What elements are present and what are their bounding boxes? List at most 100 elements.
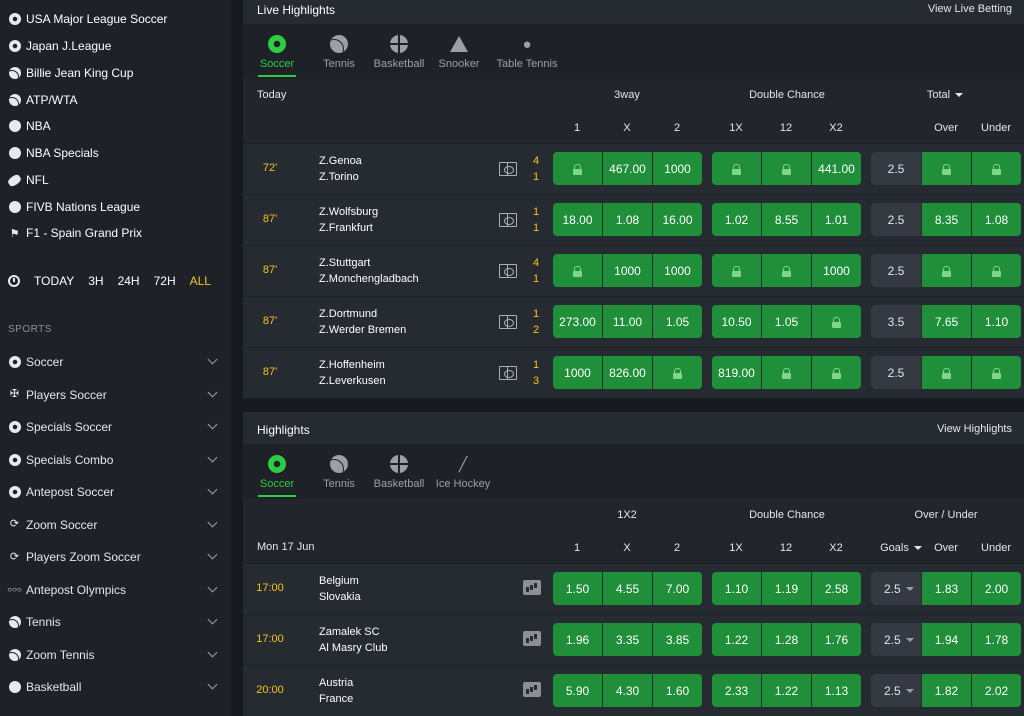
odds-button[interactable]: 1.05: [653, 305, 702, 338]
home-team[interactable]: Z.Genoa: [319, 155, 362, 167]
odds-button[interactable]: 1.01: [812, 203, 861, 236]
odds-button[interactable]: 1.10: [972, 305, 1021, 338]
odds-button[interactable]: 8.55: [762, 203, 811, 236]
odds-button[interactable]: 1.08: [603, 203, 652, 236]
sidebar-sport-item[interactable]: Soccer: [8, 352, 218, 372]
tab-soccer[interactable]: Soccer: [258, 25, 296, 77]
time-filter-option[interactable]: 24H: [118, 274, 140, 288]
time-filter-option[interactable]: ALL: [190, 274, 211, 288]
odds-button[interactable]: 1000: [653, 152, 702, 185]
favorite-league-item[interactable]: Billie Jean King Cup: [8, 63, 133, 83]
home-team[interactable]: Z.Stuttgart: [319, 257, 370, 269]
odds-button[interactable]: 1.50: [553, 572, 602, 605]
home-team[interactable]: Zamalek SC: [319, 626, 380, 638]
away-team[interactable]: Z.Monchengladbach: [319, 273, 419, 285]
chevron-down-icon[interactable]: [207, 647, 218, 657]
chevron-down-icon[interactable]: [207, 452, 218, 462]
odds-button[interactable]: 1.28: [762, 623, 811, 656]
away-team[interactable]: Z.Leverkusen: [319, 375, 386, 387]
odds-button[interactable]: 18.00: [553, 203, 602, 236]
odds-button[interactable]: 4.55: [603, 572, 652, 605]
tab-table-tennis[interactable]: ● Table Tennis: [496, 25, 558, 77]
chevron-down-icon[interactable]: [207, 419, 218, 430]
odds-button[interactable]: 7.65: [922, 305, 971, 338]
view-highlights-link[interactable]: View Highlights: [937, 423, 1012, 435]
odds-button[interactable]: 1.22: [712, 623, 761, 656]
odds-button[interactable]: 1.08: [972, 203, 1021, 236]
match-tracker-icon[interactable]: [499, 366, 517, 380]
odds-button[interactable]: 10.50: [712, 305, 761, 338]
sidebar-sport-item[interactable]: ⟳ Zoom Soccer: [8, 515, 218, 535]
odds-button[interactable]: 2.58: [812, 572, 861, 605]
odds-button[interactable]: 1.96: [553, 623, 602, 656]
statistics-icon[interactable]: [523, 682, 541, 697]
odds-button[interactable]: 826.00: [603, 356, 652, 389]
total-market-dropdown[interactable]: Total: [905, 89, 985, 101]
favorite-league-item[interactable]: NBA Specials: [8, 143, 99, 163]
away-team[interactable]: Z.Frankfurt: [319, 222, 373, 234]
odds-button[interactable]: 1000: [553, 356, 602, 389]
away-team[interactable]: France: [319, 693, 353, 705]
odds-button[interactable]: 1.02: [712, 203, 761, 236]
favorite-league-item[interactable]: USA Major League Soccer: [8, 9, 167, 29]
odds-button[interactable]: 1.13: [812, 674, 861, 707]
match-tracker-icon[interactable]: [499, 315, 517, 329]
sidebar-sport-item[interactable]: Specials Combo: [8, 450, 218, 470]
odds-button[interactable]: 2.33: [712, 674, 761, 707]
odds-button[interactable]: 2.00: [972, 572, 1021, 605]
away-team[interactable]: Z.Werder Bremen: [319, 324, 406, 336]
sidebar-sport-item[interactable]: ○○○ Antepost Olympics: [7, 580, 218, 600]
odds-button[interactable]: 2.02: [972, 674, 1021, 707]
sidebar-sport-item[interactable]: Specials Soccer: [8, 417, 218, 437]
chevron-down-icon[interactable]: [207, 354, 218, 365]
odds-button[interactable]: 1.05: [762, 305, 811, 338]
chevron-down-icon[interactable]: [207, 582, 218, 592]
away-team[interactable]: Slovakia: [319, 591, 361, 603]
time-filter-option[interactable]: 3H: [88, 274, 103, 288]
tab-tennis[interactable]: Tennis: [318, 25, 360, 77]
odds-button[interactable]: 1000: [603, 254, 652, 287]
odds-button[interactable]: 5.90: [553, 674, 602, 707]
odds-button[interactable]: 1.78: [972, 623, 1021, 656]
odds-button[interactable]: 1.22: [762, 674, 811, 707]
odds-button[interactable]: 1000: [812, 254, 861, 287]
sidebar-sport-item[interactable]: Zoom Tennis: [8, 645, 218, 665]
sidebar-sport-item[interactable]: Antepost Soccer: [8, 482, 218, 502]
view-live-betting-link[interactable]: View Live Betting: [928, 3, 1012, 15]
odds-button[interactable]: 1000: [653, 254, 702, 287]
home-team[interactable]: Z.Hoffenheim: [319, 359, 385, 371]
favorite-league-item[interactable]: NBA: [8, 116, 51, 136]
match-tracker-icon[interactable]: [499, 213, 517, 227]
favorite-league-item[interactable]: Japan J.League: [8, 36, 111, 56]
home-team[interactable]: Belgium: [319, 575, 359, 587]
chevron-down-icon[interactable]: [207, 517, 218, 527]
odds-button[interactable]: 16.00: [653, 203, 702, 236]
odds-button[interactable]: 1.10: [712, 572, 761, 605]
chevron-down-icon[interactable]: [207, 549, 218, 560]
tab-basketball[interactable]: Basketball: [373, 25, 425, 77]
sidebar-sport-item[interactable]: Basketball: [8, 677, 218, 697]
favorite-league-item[interactable]: ⚑ F1 - Spain Grand Prix: [8, 223, 142, 243]
odds-button[interactable]: 3.85: [653, 623, 702, 656]
chevron-down-icon[interactable]: [207, 387, 218, 397]
goals-line-select[interactable]: 2.5: [871, 674, 921, 707]
odds-button[interactable]: 273.00: [553, 305, 602, 338]
away-team[interactable]: Al Masry Club: [319, 642, 387, 654]
odds-button[interactable]: 441.00: [812, 152, 861, 185]
odds-button[interactable]: 11.00: [603, 305, 652, 338]
home-team[interactable]: Austria: [319, 677, 353, 689]
favorite-league-item[interactable]: FIVB Nations League: [8, 197, 140, 217]
statistics-icon[interactable]: [523, 631, 541, 646]
favorite-league-item[interactable]: NFL: [6, 170, 49, 190]
sidebar-sport-item[interactable]: ⟳ Players Zoom Soccer: [8, 547, 218, 567]
chevron-down-icon[interactable]: [207, 484, 218, 495]
odds-button[interactable]: 1.60: [653, 674, 702, 707]
statistics-icon[interactable]: [523, 580, 541, 595]
odds-button[interactable]: 1.76: [812, 623, 861, 656]
tab-basketball[interactable]: Basketball: [373, 445, 425, 497]
odds-button[interactable]: 1.82: [922, 674, 971, 707]
goals-line-select[interactable]: 2.5: [871, 572, 921, 605]
match-tracker-icon[interactable]: [499, 264, 517, 278]
tab-snooker[interactable]: Snooker: [436, 25, 482, 77]
goals-line-select[interactable]: 2.5: [871, 623, 921, 656]
